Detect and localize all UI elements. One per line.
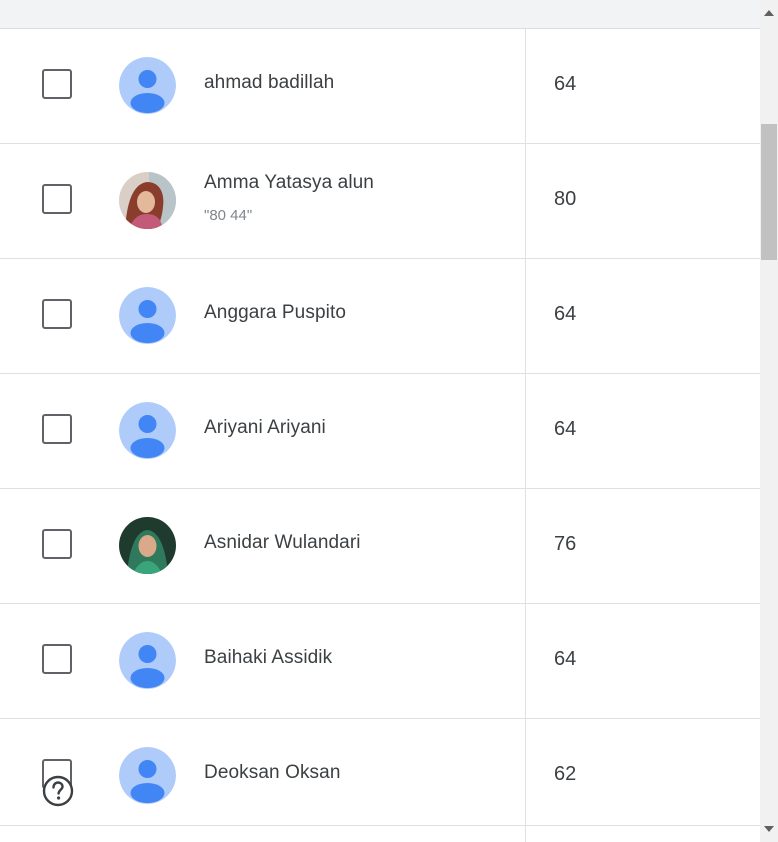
column-divider bbox=[525, 29, 526, 842]
table-row: ahmad badillah 64 bbox=[0, 29, 760, 144]
table-row: Asnidar Wulandari 76 bbox=[0, 489, 760, 604]
student-name[interactable]: Ariyani Ariyani bbox=[204, 417, 326, 439]
grade-value[interactable]: 64 bbox=[554, 303, 576, 326]
row-checkbox[interactable] bbox=[42, 529, 72, 559]
table-header-strip bbox=[0, 0, 760, 29]
default-avatar-icon bbox=[119, 632, 176, 689]
grade-value[interactable]: 64 bbox=[554, 418, 576, 441]
photo-avatar-icon bbox=[119, 517, 176, 574]
table-row: Baihaki Assidik 64 bbox=[0, 604, 760, 719]
grade-value[interactable]: 62 bbox=[554, 763, 576, 786]
row-checkbox[interactable] bbox=[42, 414, 72, 444]
row-checkbox[interactable] bbox=[42, 69, 72, 99]
table-row: Ariyani Ariyani 64 bbox=[0, 374, 760, 489]
grade-value[interactable]: 64 bbox=[554, 648, 576, 671]
default-avatar-icon bbox=[119, 287, 176, 344]
arrow-up-icon[interactable] bbox=[764, 10, 774, 16]
photo-avatar-icon bbox=[119, 172, 176, 229]
student-name[interactable]: Amma Yatasya alun bbox=[204, 172, 374, 194]
arrow-down-icon[interactable] bbox=[764, 826, 774, 832]
help-circle-icon[interactable] bbox=[41, 774, 75, 808]
row-checkbox[interactable] bbox=[42, 299, 72, 329]
student-list: ahmad badillah 64 Amma Yatasya alun "80 … bbox=[0, 29, 760, 826]
default-avatar-icon bbox=[119, 747, 176, 804]
vertical-scrollbar[interactable] bbox=[760, 0, 778, 842]
table-row: Anggara Puspito 64 bbox=[0, 259, 760, 374]
default-avatar-icon bbox=[119, 402, 176, 459]
table-row: Deoksan Oksan 62 bbox=[0, 719, 760, 826]
row-checkbox[interactable] bbox=[42, 184, 72, 214]
row-checkbox[interactable] bbox=[42, 644, 72, 674]
student-note: "80 44" bbox=[204, 207, 253, 224]
student-name[interactable]: Asnidar Wulandari bbox=[204, 532, 361, 554]
grade-value[interactable]: 76 bbox=[554, 533, 576, 556]
default-avatar-icon bbox=[119, 57, 176, 114]
grade-value[interactable]: 80 bbox=[554, 188, 576, 211]
grade-value[interactable]: 64 bbox=[554, 73, 576, 96]
student-name[interactable]: Baihaki Assidik bbox=[204, 647, 332, 669]
student-name[interactable]: Deoksan Oksan bbox=[204, 762, 340, 784]
student-name[interactable]: Anggara Puspito bbox=[204, 302, 346, 324]
student-name[interactable]: ahmad badillah bbox=[204, 72, 334, 94]
table-row: Amma Yatasya alun "80 44" 80 bbox=[0, 144, 760, 259]
scrollbar-thumb[interactable] bbox=[761, 124, 777, 260]
